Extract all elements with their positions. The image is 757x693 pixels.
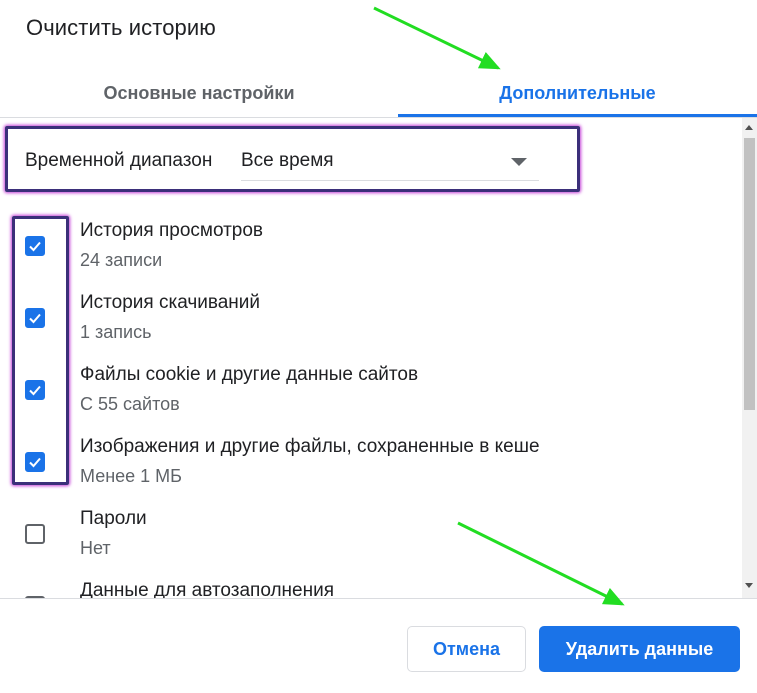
checkmark-icon — [29, 457, 41, 468]
footer-divider — [0, 598, 757, 599]
option-detail: Нет — [80, 538, 111, 558]
option-label: Изображения и другие файлы, сохраненные … — [80, 436, 540, 457]
tab-bar: Основные настройки Дополнительные — [0, 70, 757, 118]
option-label: Файлы cookie и другие данные сайтов — [80, 364, 419, 385]
dropdown-arrow-icon — [511, 158, 527, 166]
time-range-row: Временной диапазон Все время — [25, 140, 555, 181]
dialog-title: Очистить историю — [26, 15, 216, 40]
option-label: Пароли — [80, 508, 147, 529]
options-panel: Временной диапазон Все время История про… — [0, 118, 757, 598]
checkmark-icon — [29, 313, 41, 324]
time-range-label: Временной диапазон — [25, 150, 213, 171]
time-range-value: Все время — [241, 150, 334, 171]
option-detail: Менее 1 МБ — [80, 466, 182, 486]
option-cookies: Файлы cookie и другие данные сайтов С 55… — [0, 354, 740, 424]
checkbox-cookies[interactable] — [25, 380, 45, 400]
checkbox-passwords[interactable] — [25, 524, 45, 544]
time-range-select[interactable]: Все время — [241, 140, 539, 181]
option-detail: 24 записи — [80, 250, 163, 270]
checkbox-cached-files[interactable] — [25, 452, 45, 472]
option-label: История просмотров — [80, 220, 264, 241]
checkbox-download-history[interactable] — [25, 308, 45, 328]
option-cached-files: Изображения и другие файлы, сохраненные … — [0, 426, 740, 496]
checkbox-browsing-history[interactable] — [25, 236, 45, 256]
option-detail: 1 запись — [80, 322, 152, 342]
checkmark-icon — [29, 385, 41, 396]
scrollbar[interactable] — [742, 118, 757, 598]
checkmark-icon — [29, 241, 41, 252]
option-browsing-history: История просмотров 24 записи — [0, 210, 740, 280]
option-label: Данные для автозаполнения — [80, 580, 335, 598]
tab-advanced[interactable]: Дополнительные — [398, 70, 757, 116]
annotation-arrow-tab — [373, 6, 501, 70]
delete-data-button[interactable]: Удалить данные — [539, 626, 740, 672]
option-passwords: Пароли Нет — [0, 498, 740, 568]
option-label: История скачиваний — [80, 292, 261, 313]
scrollbar-thumb[interactable] — [744, 138, 755, 410]
option-autofill: Данные для автозаполнения — [0, 570, 740, 598]
option-detail: С 55 сайтов — [80, 394, 180, 414]
cancel-button[interactable]: Отмена — [407, 626, 526, 672]
scroll-up-arrow-icon[interactable] — [745, 125, 753, 130]
option-download-history: История скачиваний 1 запись — [0, 282, 740, 352]
tab-basic[interactable]: Основные настройки — [0, 70, 398, 116]
scroll-down-arrow-icon[interactable] — [745, 583, 753, 588]
